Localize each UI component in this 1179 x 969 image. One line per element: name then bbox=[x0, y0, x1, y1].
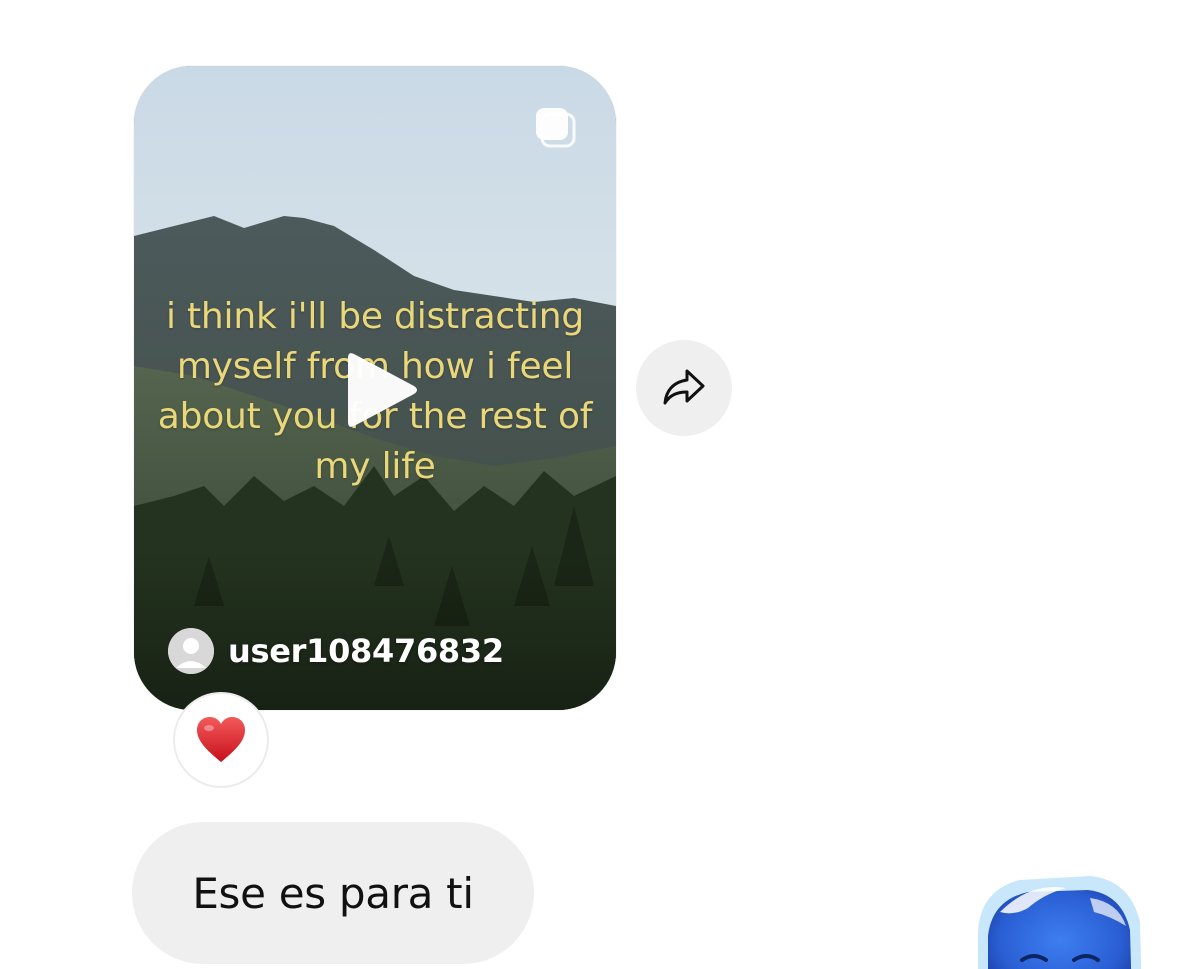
heart-reaction[interactable] bbox=[175, 694, 267, 786]
share-button[interactable] bbox=[636, 340, 732, 436]
cold-face-emoji[interactable] bbox=[970, 872, 1146, 969]
red-heart-icon bbox=[197, 717, 245, 762]
carousel-stack-icon bbox=[536, 108, 576, 148]
play-icon[interactable] bbox=[344, 348, 420, 432]
chat-thread: i think i'll be distracting myself from … bbox=[0, 0, 1179, 969]
message-bubble[interactable]: Ese es para ti bbox=[132, 822, 534, 964]
message-text: Ese es para ti bbox=[192, 868, 474, 918]
default-avatar-icon bbox=[168, 628, 214, 674]
share-forward-icon bbox=[663, 369, 705, 405]
reel-author[interactable]: user108476832 bbox=[168, 628, 504, 674]
shared-reel-card[interactable]: i think i'll be distracting myself from … bbox=[134, 66, 616, 710]
reel-author-username: user108476832 bbox=[228, 632, 504, 670]
